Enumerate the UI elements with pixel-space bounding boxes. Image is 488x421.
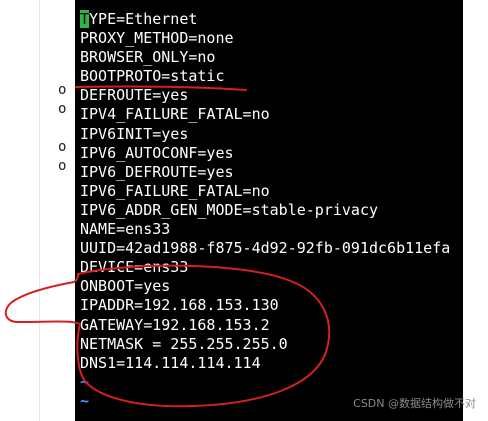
right-panel [463,0,488,421]
gutter-mark: o [58,139,67,155]
file-content: TYPE=Ethernet PROXY_METHOD=none BROWSER_… [80,10,450,411]
config-line-bootproto: BOOTPROTO=static [80,67,225,86]
config-line: DEVICE=ens33 [80,258,189,277]
text-cursor: T [80,10,90,28]
config-line: PROXY_METHOD=none [80,29,234,48]
config-line: IPV6INIT=yes [80,124,189,143]
config-line: IPV6_FAILURE_FATAL=no [80,181,270,200]
config-line-dns1: DNS1=114.114.114.114 [80,353,261,372]
config-line: IPV6_DEFROUTE=yes [80,162,234,181]
config-line-onboot: ONBOOT=yes [80,277,171,296]
config-line-gateway: GATEWAY=192.168.153.2 [80,315,270,334]
watermark: CSDN @数据结构做不对 [353,397,476,410]
terminal-editor[interactable]: TYPE=Ethernet PROXY_METHOD=none BROWSER_… [75,0,463,421]
empty-line-tilde: ~ [80,372,90,391]
config-line: BROWSER_ONLY=no [80,48,216,67]
config-line: DEFROUTE=yes [80,86,189,105]
gutter-mark: o [58,158,67,174]
config-line-ipaddr: IPADDR=192.168.153.130 [80,296,279,315]
gutter-separator [39,0,40,421]
config-line: NAME=ens33 [80,220,171,239]
gutter-mark: o [58,82,67,98]
config-line-netmask: NETMASK = 255.255.255.0 [80,334,288,353]
config-line: IPV6_ADDR_GEN_MODE=stable-privacy [80,200,379,219]
gutter-mark: o [58,101,67,117]
config-line: IPV6_AUTOCONF=yes [80,143,234,162]
config-line-type-text: YPE=Ethernet [89,10,198,28]
left-gutter: o o o o [0,0,75,421]
config-line: IPV4_FAILURE_FATAL=no [80,105,270,124]
config-line: UUID=42ad1988-f875-4d92-92fb-091dc6b11ef… [80,239,451,258]
config-line-type: TYPE=Ethernet [80,10,450,29]
